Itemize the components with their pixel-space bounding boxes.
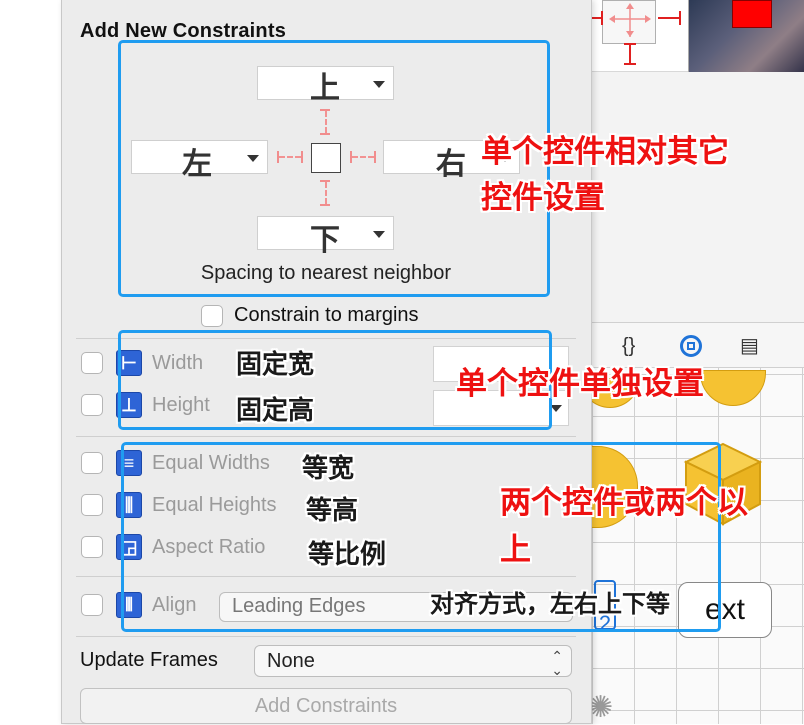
note-width: 固定宽 [236,349,315,379]
note-aspect-ratio: 等比例 [308,539,387,569]
add-constraints-button[interactable]: Add Constraints [80,688,572,724]
pin-thumbnail [602,0,656,44]
note-equal-widths: 等宽 [302,453,355,483]
object-library-icon[interactable] [680,335,702,357]
note-height: 固定高 [236,395,315,425]
constrain-margins-checkbox[interactable] [201,305,223,327]
divider [76,636,576,637]
equal-widths-checkbox[interactable] [81,452,103,474]
annotation-single-relative-2: 控件设置 [481,180,605,215]
bottom-strut-thumb [624,43,636,65]
note-align: 对齐方式，左右上下等 [430,591,670,618]
annotation-two-or-more-1: 两个控件或两个以 [500,485,748,520]
left-strut-thumb [592,11,603,25]
note-equal-heights: 等高 [306,495,359,525]
update-frames-select[interactable]: None ⌃ ⌄ [254,645,572,677]
width-checkbox[interactable] [81,352,103,374]
divider [76,436,576,437]
annotation-single-alone: 单个控件单独设置 [456,366,704,401]
media-library-icon[interactable]: ▤ [740,323,759,369]
right-strut-thumb [658,11,681,25]
constrain-margins-label: Constrain to margins [234,304,419,326]
activity-indicator-icon: ✺ [588,691,614,724]
update-frames-label: Update Frames [80,649,218,671]
align-checkbox[interactable] [81,594,103,616]
height-checkbox[interactable] [81,394,103,416]
annotation-single-relative-1: 单个控件相对其它 [481,134,729,169]
aspect-ratio-checkbox[interactable] [81,536,103,558]
annotation-two-or-more-2: 上 [500,532,531,567]
update-frames-value: None [267,650,315,672]
red-color-swatch[interactable] [732,0,772,28]
equal-heights-checkbox[interactable] [81,494,103,516]
updown-arrows-icon: ⌃ ⌄ [551,648,563,678]
